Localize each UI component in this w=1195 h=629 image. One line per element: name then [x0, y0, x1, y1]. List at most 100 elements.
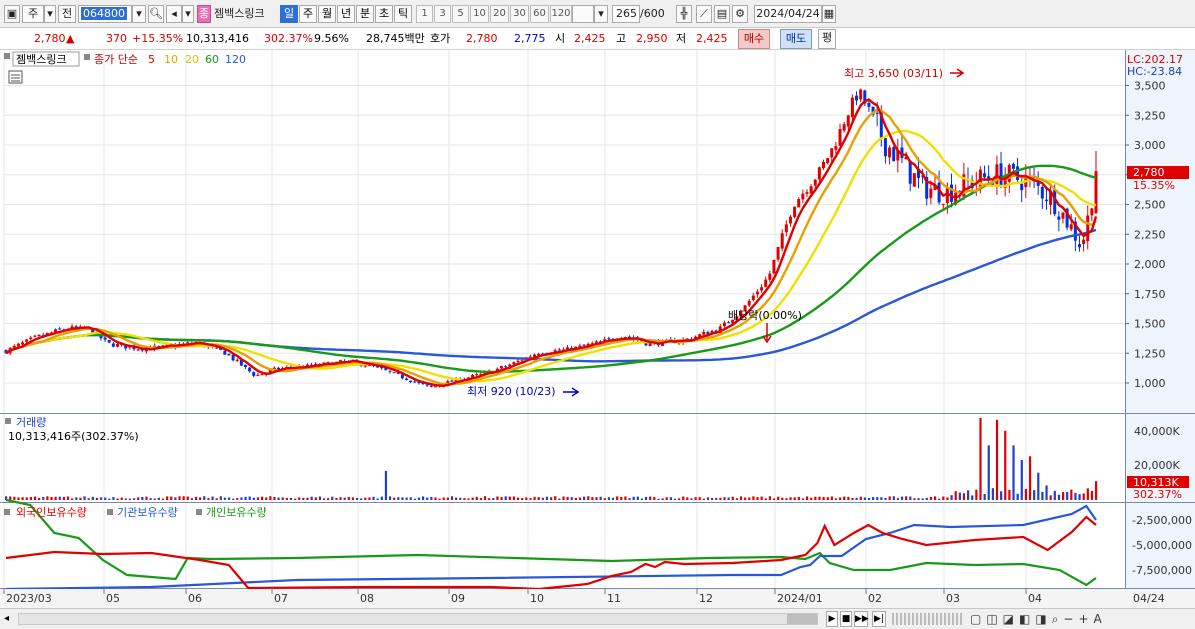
- period-tab[interactable]: 초: [375, 5, 393, 23]
- chevron-down-icon[interactable]: ▾: [44, 5, 56, 23]
- stop-icon[interactable]: ■: [840, 611, 852, 627]
- interval-button[interactable]: 120: [550, 5, 572, 23]
- volume-bar: [240, 497, 243, 500]
- volume-bar: [583, 496, 586, 500]
- volume-bar: [199, 497, 202, 500]
- period-tab[interactable]: 분: [356, 5, 374, 23]
- scroll-left-icon[interactable]: ◂: [4, 612, 14, 626]
- volume-bar: [260, 496, 264, 500]
- period-tab[interactable]: 주: [299, 5, 317, 23]
- gear-icon[interactable]: ⚙: [732, 5, 748, 23]
- prev-button[interactable]: 전: [58, 5, 76, 23]
- interval-input[interactable]: [572, 5, 594, 23]
- sell-button[interactable]: 매도: [780, 29, 812, 49]
- candle-body: [1040, 187, 1044, 199]
- volume-bar: [62, 496, 66, 500]
- volume-bar: [33, 496, 37, 500]
- candle-body: [855, 95, 859, 101]
- stock-code-input[interactable]: 064800: [78, 5, 132, 23]
- fast-forward-icon[interactable]: ▶▶: [854, 611, 869, 627]
- buy-button[interactable]: 매수: [738, 29, 770, 49]
- line-tool-icon[interactable]: ⟋: [696, 5, 712, 23]
- zoom-slider[interactable]: [892, 613, 962, 625]
- speaker-icon[interactable]: ◂: [166, 5, 182, 23]
- interval-button[interactable]: 1: [416, 5, 433, 23]
- date-input[interactable]: 2024/04/24: [754, 5, 822, 23]
- volume-bar: [640, 498, 644, 500]
- legend-marker-icon: [107, 509, 113, 515]
- volume-bar: [339, 497, 342, 500]
- print-icon[interactable]: ▤: [714, 5, 730, 23]
- volume-bar: [108, 498, 111, 500]
- calendar-icon[interactable]: ▦: [822, 5, 836, 23]
- play-icon[interactable]: ▶: [826, 611, 838, 627]
- period-tab[interactable]: 틱: [394, 5, 412, 23]
- candle-body: [413, 381, 417, 383]
- interval-button[interactable]: 5: [452, 5, 469, 23]
- scroll-track[interactable]: [18, 613, 818, 625]
- market-label: 주: [27, 7, 39, 20]
- interval-button[interactable]: 10: [470, 5, 489, 23]
- volume-bar: [1020, 459, 1023, 500]
- window-menu-icon[interactable]: ▣: [4, 5, 20, 23]
- candle-body: [1020, 183, 1024, 191]
- candle-icon[interactable]: ╬: [676, 5, 692, 23]
- candle-body: [115, 343, 119, 347]
- volume-bar: [492, 498, 495, 500]
- chevron-down-icon[interactable]: ▾: [182, 5, 194, 23]
- volume-bar: [661, 498, 664, 500]
- candle-body: [450, 380, 454, 382]
- interval-button[interactable]: 60: [530, 5, 549, 23]
- search-icon[interactable]: 🔍︎: [148, 5, 164, 23]
- eval-button[interactable]: 평: [818, 29, 836, 49]
- price-y-tick: 1,750: [1134, 288, 1166, 301]
- count-input[interactable]: 265: [612, 5, 640, 23]
- candle-body: [822, 161, 825, 169]
- price-change-pct: +15.35%: [132, 32, 184, 45]
- volume-bar: [9, 496, 12, 500]
- quote-label: 호가: [430, 32, 451, 45]
- chart-tools-icons[interactable]: ▢◫◪◧◨⌕−+A: [970, 611, 1186, 627]
- volume-bar: [748, 497, 751, 500]
- volume-bar: [785, 498, 788, 500]
- volume-bar: [1049, 495, 1052, 500]
- volume-bar: [888, 496, 891, 500]
- volume-bar: [839, 497, 842, 500]
- volume-bar: [644, 496, 648, 500]
- volume-bar: [116, 498, 119, 500]
- candle-body: [747, 300, 751, 306]
- candle-body: [58, 328, 62, 330]
- volume-value: 10,313,416: [186, 32, 249, 45]
- market-select[interactable]: 주: [22, 5, 44, 23]
- ma-20-label: 20: [185, 53, 199, 66]
- candle-body: [29, 337, 33, 340]
- volume-bar: [137, 497, 140, 500]
- volume-bar: [203, 496, 206, 500]
- interval-button[interactable]: 30: [510, 5, 529, 23]
- end-icon[interactable]: ▶|: [872, 611, 886, 627]
- ma-10-label: 10: [164, 53, 178, 66]
- volume-y-tick: 20,000K: [1134, 459, 1180, 472]
- period-tab[interactable]: 년: [337, 5, 355, 23]
- period-tab[interactable]: 월: [318, 5, 336, 23]
- code-dropdown-icon[interactable]: ▾: [132, 5, 146, 23]
- low-price: 2,425: [696, 32, 728, 45]
- price-y-tick: 1,000: [1134, 377, 1166, 390]
- candle-body: [842, 124, 846, 131]
- chevron-down-icon[interactable]: ▾: [594, 5, 608, 23]
- interval-button[interactable]: 3: [434, 5, 451, 23]
- volume-bar: [161, 498, 165, 500]
- hc-label: HC:-23.84: [1127, 65, 1182, 78]
- volume-bar: [616, 496, 619, 500]
- volume-bar: [422, 496, 425, 500]
- candle-body: [429, 385, 433, 387]
- volume-bar: [789, 497, 792, 500]
- high-price: 2,950: [636, 32, 668, 45]
- up-arrow-icon: ▲: [66, 32, 75, 45]
- period-tab[interactable]: 일: [280, 5, 298, 23]
- volume-bar: [1008, 489, 1011, 500]
- interval-button[interactable]: 20: [490, 5, 509, 23]
- volume-bar: [653, 497, 656, 500]
- scroll-thumb[interactable]: [787, 614, 817, 624]
- volume-panel-subtitle: 10,313,416주(302.37%): [8, 430, 139, 443]
